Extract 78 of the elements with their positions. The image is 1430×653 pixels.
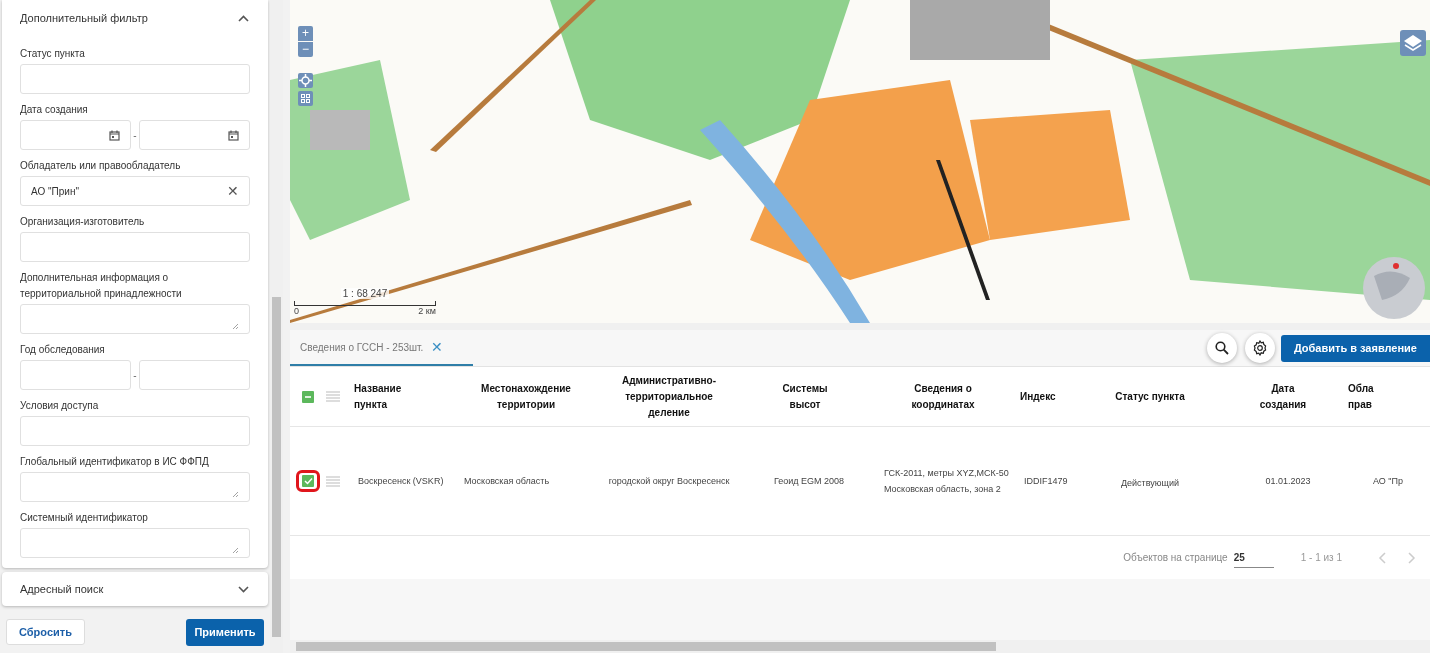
column-header[interactable]: Индекс — [1020, 388, 1082, 405]
table-cell-text: IDDIF1479 — [1023, 475, 1069, 488]
range-separator: - — [133, 368, 137, 383]
table-cell-text: городской округ Воскресенск — [607, 475, 731, 488]
table-cell-text: Московская область — [463, 475, 551, 488]
chevron-down-icon — [237, 585, 249, 593]
calendar-icon[interactable] — [109, 129, 121, 141]
table-cell-text: Воскресенск (VSKR) — [357, 475, 445, 488]
drag-handle-icon[interactable] — [326, 391, 340, 402]
chevron-right-icon — [1408, 551, 1416, 564]
settings-icon — [1251, 340, 1268, 356]
horizontal-scrollbar[interactable] — [290, 640, 1430, 653]
calendar-icon[interactable] — [228, 129, 239, 141]
panel-title: Адресный поиск — [20, 581, 104, 597]
scrollbar-thumb[interactable] — [272, 297, 281, 637]
table-cell-text: 01.01.2023 — [1264, 475, 1312, 488]
column-header[interactable]: Обла прав — [1348, 380, 1428, 413]
column-header[interactable]: Местонахождение территории — [458, 380, 594, 413]
check-icon — [303, 477, 313, 485]
column-header[interactable]: Системы высот — [744, 380, 866, 413]
field-label: Глобальный идентификатор в ИС ФФПД — [20, 455, 210, 469]
field-label: Системный идентификатор — [20, 511, 149, 525]
table-cell-text: АО "Пр — [1372, 475, 1404, 488]
field-label: Статус пункта — [20, 47, 86, 61]
column-header[interactable]: Сведения о координатах — [866, 380, 1020, 413]
text-area[interactable] — [20, 304, 250, 334]
date-field[interactable] — [138, 120, 250, 150]
reset-button[interactable]: Сбросить — [6, 619, 85, 645]
per-page-select[interactable]: 25 — [1233, 547, 1274, 568]
row-checkbox[interactable] — [302, 475, 314, 487]
scale-label: 0 — [294, 306, 299, 316]
input-field[interactable] — [20, 64, 250, 94]
range-separator: - — [133, 128, 137, 143]
scrollbar-thumb[interactable] — [296, 642, 996, 651]
panel-title: Дополнительный фильтр — [20, 10, 148, 26]
column-header[interactable]: Дата создания — [1218, 380, 1348, 413]
chevron-left-icon — [1378, 551, 1386, 564]
field-label: Год обследования — [20, 343, 106, 357]
globe-icon[interactable] — [1362, 256, 1426, 320]
input-field[interactable] — [20, 232, 250, 262]
page-range: 1 - 1 из 1 — [1300, 551, 1342, 565]
date-field[interactable] — [20, 120, 132, 150]
resize-grip-icon — [232, 547, 239, 554]
field-label: Организация-изготовитель — [20, 215, 146, 229]
search-icon — [1214, 341, 1229, 355]
add-to-application-button[interactable]: Добавить в заявление — [1280, 334, 1430, 362]
per-page-label: Объектов на странице — [1123, 551, 1228, 565]
resize-grip-icon — [232, 491, 239, 498]
grid-icon[interactable] — [298, 91, 313, 106]
resize-grip-icon — [232, 323, 239, 330]
layers-icon[interactable] — [1400, 30, 1426, 56]
input-field[interactable] — [138, 360, 250, 390]
field-label: Обладатель или правообладатель — [20, 159, 182, 173]
input-field[interactable] — [20, 416, 250, 446]
select-all-checkbox[interactable] — [302, 390, 314, 403]
column-header[interactable]: Название пункта — [354, 380, 458, 413]
column-header[interactable]: Статус пункта — [1082, 388, 1218, 405]
column-header[interactable]: Административно- территориальное деление — [594, 372, 744, 421]
chevron-up-icon — [237, 14, 249, 22]
owner-field[interactable]: АО "Прин" ✕ — [20, 176, 250, 206]
text-area[interactable] — [20, 528, 250, 558]
settings-button[interactable] — [1244, 333, 1275, 363]
scale-ratio: 1 : 68 247 — [340, 288, 390, 299]
table-cell-text: Действующий — [1119, 477, 1180, 490]
table-cell-text: ГСК-2011, метры XYZ,МСК-50 Московская область, зона 2 — [883, 467, 1010, 496]
text-area[interactable] — [20, 472, 250, 502]
field-value: АО "Прин" — [31, 184, 79, 199]
input-field[interactable] — [20, 360, 132, 390]
search-button[interactable] — [1206, 333, 1237, 363]
scale-label: 2 км — [418, 306, 436, 316]
table-cell-text: Геоид EGM 2008 — [773, 475, 846, 488]
clear-button[interactable]: ✕ — [227, 184, 239, 198]
apply-button[interactable]: Применить — [186, 619, 264, 646]
field-label: Условия доступа — [20, 399, 100, 413]
drag-handle-icon[interactable] — [326, 475, 340, 487]
field-label: Дополнительная информация о территориальной принадлежности — [20, 271, 183, 301]
field-label: Дата создания — [20, 103, 89, 117]
locate-icon[interactable] — [298, 73, 313, 88]
